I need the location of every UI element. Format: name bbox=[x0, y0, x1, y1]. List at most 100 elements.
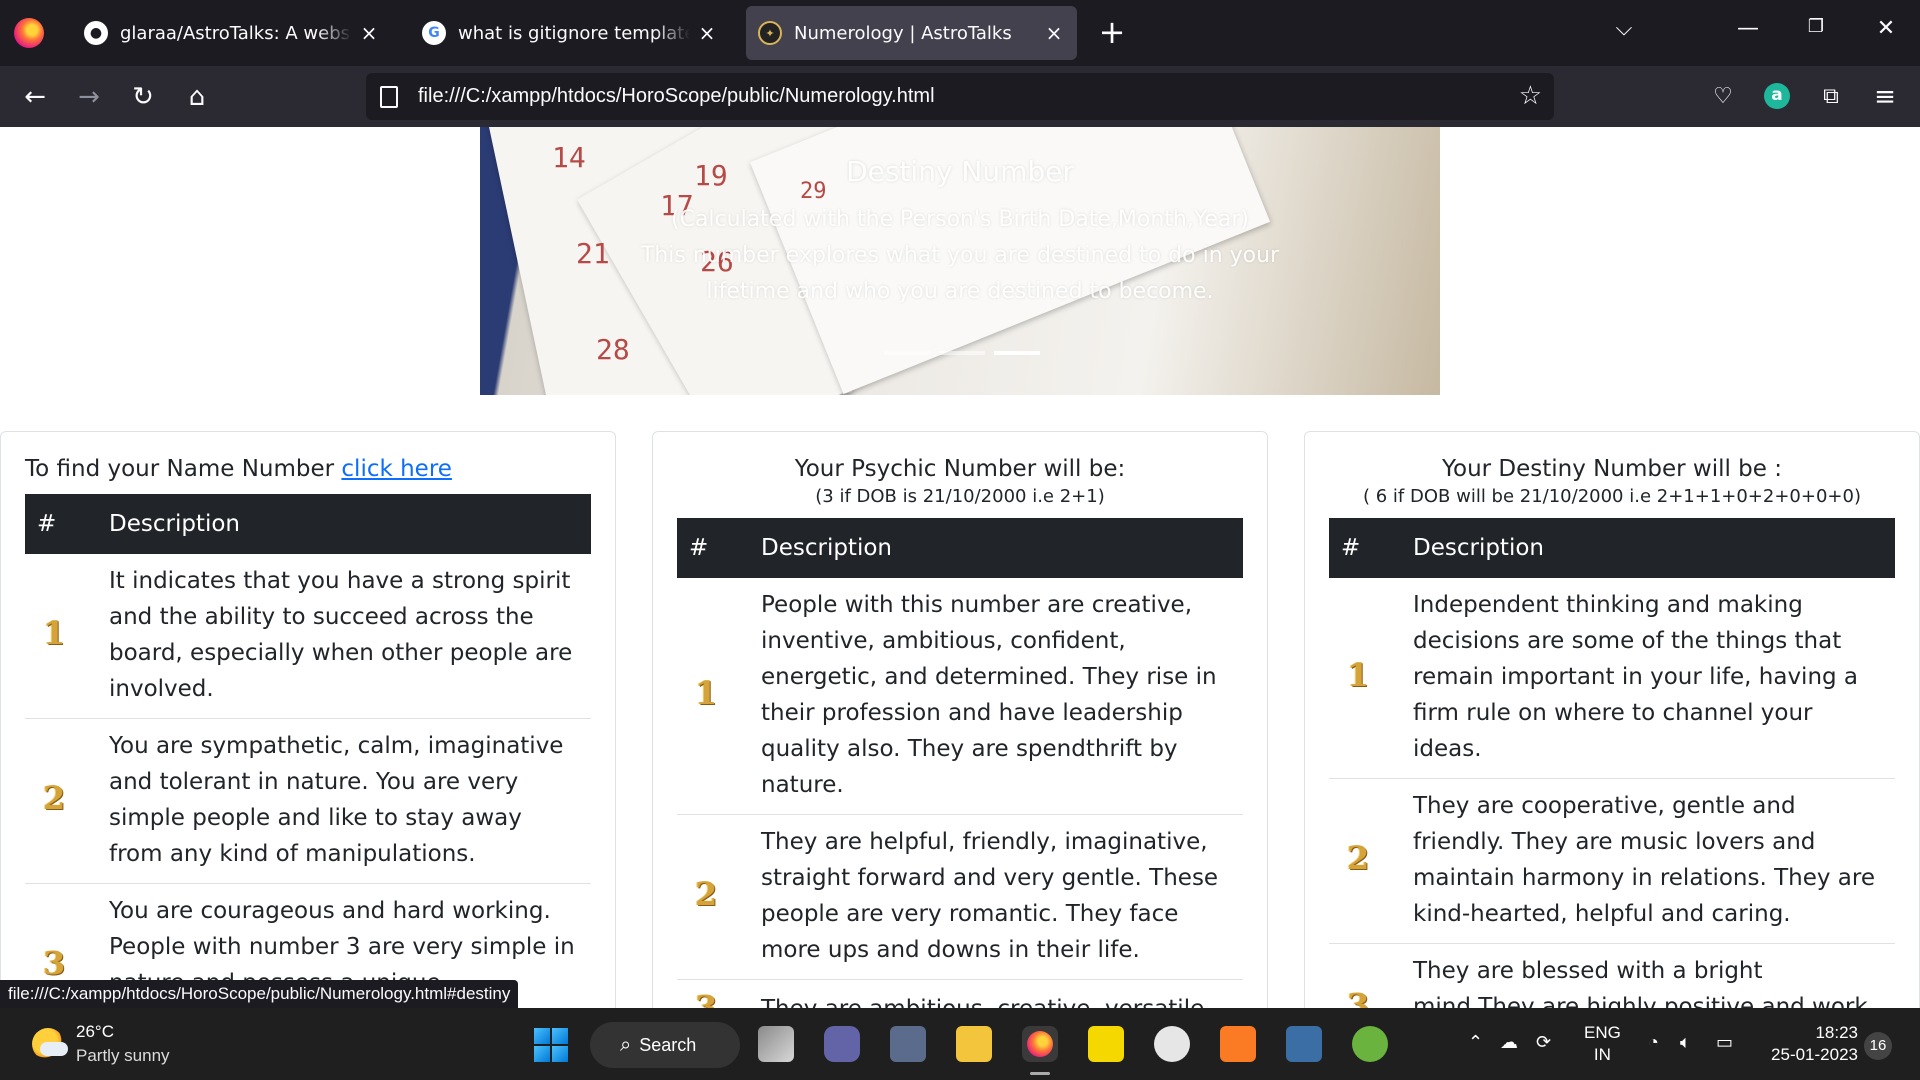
carousel-indicator-2[interactable] bbox=[939, 351, 985, 355]
close-tab-icon[interactable]: × bbox=[1043, 21, 1065, 45]
language-indicator[interactable]: ENG IN bbox=[1584, 1022, 1621, 1066]
row-description: They are ambitious, creative, versatile, bbox=[749, 979, 1243, 1008]
battery-icon[interactable]: ▭ bbox=[1716, 1032, 1733, 1053]
tab-github[interactable]: ● glaraa/AstroTalks: A website which × bbox=[72, 6, 392, 60]
account-avatar[interactable]: a bbox=[1764, 83, 1790, 109]
clock-time: 18:23 bbox=[1815, 1023, 1858, 1042]
weather-temperature: 26°C bbox=[76, 1022, 114, 1041]
forward-arrow-icon[interactable]: → bbox=[70, 78, 108, 116]
address-bar-url[interactable]: file:///C:/xampp/htdocs/HoroScope/public… bbox=[418, 85, 935, 108]
carousel-subtitle: (Calculated with the Person's Birth Date… bbox=[671, 207, 1249, 232]
close-window-icon[interactable]: ✕ bbox=[1866, 16, 1906, 50]
restore-window-icon[interactable]: ❐ bbox=[1796, 16, 1836, 50]
table-row: 2 They are cooperative, gentle and frien… bbox=[1329, 778, 1895, 944]
back-arrow-icon[interactable]: ← bbox=[16, 78, 54, 116]
github-icon: ● bbox=[84, 21, 108, 45]
language-code: ENG bbox=[1584, 1023, 1621, 1042]
psychic-number-card: Your Psychic Number will be: (3 if DOB i… bbox=[652, 431, 1268, 1008]
taskbar-clock[interactable]: 18:23 25-01-2023 bbox=[1764, 1022, 1858, 1066]
name-number-heading: To find your Name Number click here bbox=[25, 454, 591, 484]
windows-taskbar: 26°C Partly sunny ⌕ Search ⌃ ☁ ⟳ ENG IN … bbox=[0, 1008, 1920, 1080]
windows-start-icon[interactable] bbox=[534, 1028, 568, 1062]
volume-icon[interactable]: 🔈︎ bbox=[1680, 1032, 1691, 1053]
astrotalks-icon: ✦ bbox=[758, 21, 782, 45]
close-tab-icon[interactable]: × bbox=[696, 21, 718, 45]
task-view-icon[interactable] bbox=[758, 1026, 794, 1062]
sticky-notes-icon[interactable] bbox=[1088, 1026, 1124, 1062]
google-icon: G bbox=[422, 21, 446, 45]
xampp-icon[interactable] bbox=[1220, 1026, 1256, 1062]
onedrive-cloud-icon[interactable]: ☁ bbox=[1500, 1032, 1518, 1053]
reload-icon[interactable]: ↻ bbox=[124, 78, 162, 116]
tab-title: what is gitignore template - Google Sear… bbox=[458, 22, 690, 44]
destiny-carousel[interactable]: 14 21 28 19 17 26 29 Destiny Number (Cal… bbox=[480, 127, 1440, 395]
psychic-number-note: (3 if DOB is 21/10/2000 i.e 2+1) bbox=[815, 486, 1105, 507]
table-row: 2 They are helpful, friendly, imaginativ… bbox=[677, 814, 1243, 980]
firefox-menu-icon[interactable] bbox=[14, 18, 44, 48]
number-3-icon: 3 bbox=[695, 988, 718, 1008]
table-row: 3 They are blessed with a bright mind.Th… bbox=[1329, 943, 1895, 1008]
active-app-indicator bbox=[1030, 1072, 1050, 1075]
row-description: Independent thinking and making decision… bbox=[1401, 578, 1895, 779]
app-menu-icon[interactable]: ≡ bbox=[1866, 78, 1904, 116]
col-description: Description bbox=[761, 535, 892, 561]
calculator-icon[interactable] bbox=[890, 1026, 926, 1062]
number-3-icon: 3 bbox=[1347, 986, 1370, 1008]
table-row: 3 They are ambitious, creative, versatil… bbox=[677, 979, 1243, 1008]
list-all-tabs-icon[interactable]: ⌵ bbox=[1604, 16, 1644, 50]
number-2-icon: 2 bbox=[1347, 839, 1370, 877]
notification-count-badge[interactable]: 16 bbox=[1864, 1032, 1892, 1060]
firefox-taskbar-icon[interactable] bbox=[1022, 1026, 1058, 1062]
mysql-workbench-icon[interactable] bbox=[1286, 1026, 1322, 1062]
table-row: 1 Independent thinking and making decisi… bbox=[1329, 578, 1895, 779]
cloud-icon bbox=[40, 1042, 68, 1056]
destiny-number-note: ( 6 if DOB will be 21/10/2000 i.e 2+1+1+… bbox=[1363, 486, 1861, 507]
tab-google-search[interactable]: G what is gitignore template - Google Se… bbox=[410, 6, 730, 60]
tab-title: glaraa/AstroTalks: A website which bbox=[120, 22, 352, 44]
tab-numerology[interactable]: ✦ Numerology | AstroTalks × bbox=[746, 6, 1077, 60]
carousel-caption: Destiny Number (Calculated with the Pers… bbox=[480, 155, 1440, 310]
taskbar-search[interactable]: ⌕ Search bbox=[590, 1022, 740, 1068]
carousel-text: This number explores what you are destin… bbox=[640, 243, 1280, 304]
clock-app-icon[interactable] bbox=[1154, 1026, 1190, 1062]
carousel-title: Destiny Number bbox=[846, 155, 1074, 188]
page-icon bbox=[380, 85, 398, 108]
address-bar[interactable]: file:///C:/xampp/htdocs/HoroScope/public… bbox=[366, 73, 1554, 120]
tab-title: Numerology | AstroTalks bbox=[794, 22, 1012, 44]
col-hash: # bbox=[1341, 535, 1361, 561]
show-hidden-icons-icon[interactable]: ⌃ bbox=[1468, 1032, 1483, 1053]
destiny-number-heading: Your Destiny Number will be : bbox=[1442, 456, 1782, 482]
pocket-icon[interactable]: ♡ bbox=[1704, 78, 1742, 116]
close-tab-icon[interactable]: × bbox=[358, 21, 380, 45]
wifi-icon[interactable]: ◔ bbox=[1648, 1032, 1659, 1053]
number-2-icon: 2 bbox=[43, 779, 66, 817]
minimize-window-icon[interactable]: — bbox=[1728, 16, 1768, 50]
file-explorer-icon[interactable] bbox=[956, 1026, 992, 1062]
bookmark-star-icon[interactable]: ☆ bbox=[1519, 81, 1542, 111]
spring-tool-icon[interactable] bbox=[1352, 1026, 1388, 1062]
number-1-icon: 1 bbox=[43, 614, 66, 652]
sync-icon[interactable]: ⟳ bbox=[1536, 1032, 1551, 1053]
row-description: It indicates that you have a strong spir… bbox=[97, 554, 591, 719]
weather-condition: Partly sunny bbox=[76, 1046, 170, 1065]
teams-chat-icon[interactable] bbox=[824, 1026, 860, 1062]
col-hash: # bbox=[37, 511, 57, 537]
table-row: 1 People with this number are creative, … bbox=[677, 578, 1243, 815]
extensions-icon[interactable]: ⧉ bbox=[1812, 78, 1850, 116]
carousel-indicators bbox=[884, 351, 1040, 355]
new-tab-button[interactable]: + bbox=[1094, 14, 1130, 50]
table-row: 2 You are sympathetic, calm, imaginative… bbox=[25, 718, 591, 884]
number-1-icon: 1 bbox=[695, 674, 718, 712]
row-description: You are sympathetic, calm, imaginative a… bbox=[97, 718, 591, 884]
search-icon: ⌕ bbox=[620, 1033, 632, 1056]
destiny-number-card: Your Destiny Number will be : ( 6 if DOB… bbox=[1304, 431, 1920, 1008]
name-number-heading-text: To find your Name Number bbox=[25, 456, 342, 482]
table-header-row: # Description bbox=[677, 518, 1243, 578]
carousel-indicator-1[interactable] bbox=[884, 351, 930, 355]
row-description: They are cooperative, gentle and friendl… bbox=[1401, 778, 1895, 944]
carousel-indicator-3[interactable] bbox=[994, 351, 1040, 355]
browser-nav-bar: ← → ↻ ⌂ file:///C:/xampp/htdocs/HoroScop… bbox=[0, 66, 1920, 127]
click-here-link[interactable]: click here bbox=[341, 456, 452, 482]
table-header-row: # Description bbox=[25, 494, 591, 554]
home-icon[interactable]: ⌂ bbox=[178, 78, 216, 116]
